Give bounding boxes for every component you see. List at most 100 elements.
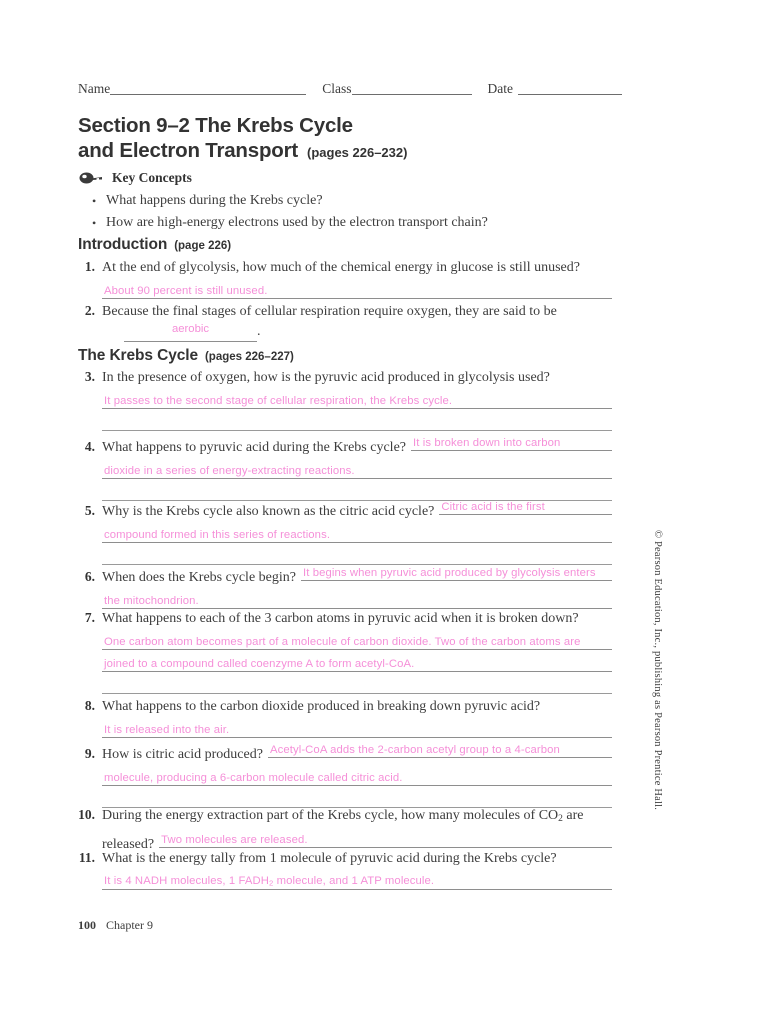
answer-line-blank[interactable] (102, 409, 612, 431)
bullet-dot-icon: • (92, 216, 97, 230)
answer-area[interactable]: About 90 percent is still unused. (102, 277, 612, 299)
answer-text: It begins when pyruvic acid produced by … (302, 567, 596, 579)
question-row: 4. What happens to pyruvic acid during t… (78, 432, 612, 457)
key-concept-text: What happens during the Krebs cycle? (106, 193, 323, 208)
question-number: 5. (84, 503, 95, 518)
key-concepts-list: • What happens during the Krebs cycle? •… (92, 190, 632, 234)
answer-line[interactable]: the mitochondrion. (102, 587, 612, 609)
question-text: What is the energy tally from 1 molecule… (102, 851, 557, 866)
class-label: Class (322, 80, 352, 96)
question-number: 9. (84, 746, 95, 761)
inline-answer-line[interactable]: Acetyl-CoA adds the 2-carbon acetyl grou… (267, 739, 612, 758)
answer-text: joined to a compound called coenzyme A t… (104, 658, 415, 670)
key-concepts-header: Key Concepts (79, 170, 192, 186)
answer-line[interactable]: It is 4 NADH molecules, 1 FADH2 molecule… (102, 868, 612, 890)
answer-line[interactable]: One carbon atom becomes part of a molecu… (102, 628, 612, 650)
inline-answer-line[interactable]: It begins when pyruvic acid produced by … (300, 562, 612, 581)
answer-line[interactable]: It is released into the air. (102, 716, 612, 738)
answer-area[interactable]: It is 4 NADH molecules, 1 FADH2 molecule… (102, 868, 612, 890)
question-8: 8. What happens to the carbon dioxide pr… (78, 697, 612, 738)
question-number: 2. (84, 303, 95, 318)
section-title: Section 9–2 The Krebs Cycle and Electron… (78, 113, 638, 165)
question-number: 8. (84, 698, 95, 713)
question-row: 5. Why is the Krebs cycle also known as … (78, 496, 612, 521)
question-text: At the end of glycolysis, how much of th… (102, 260, 580, 275)
answer-area[interactable]: It is released into the air. (102, 716, 612, 738)
answer-line-blank[interactable] (102, 786, 612, 808)
answer-area[interactable]: One carbon atom becomes part of a molecu… (102, 628, 612, 694)
question-text-tail: are (562, 808, 584, 823)
question-text: What happens to the carbon dioxide produ… (102, 699, 541, 714)
answer-area[interactable]: dioxide in a series of energy-extracting… (102, 457, 612, 501)
question-row: 11. What is the energy tally from 1 mole… (78, 849, 612, 868)
question-text: What happens to pyruvic acid during the … (102, 440, 407, 455)
question-1: 1. At the end of glycolysis, how much of… (78, 258, 612, 299)
question-9: 9. How is citric acid produced? Acetyl-C… (78, 739, 612, 808)
answer-line-blank[interactable] (102, 672, 612, 694)
question-10: 10. During the energy extraction part of… (78, 806, 612, 854)
answer-line[interactable]: About 90 percent is still unused. (102, 277, 612, 299)
inline-answer-line[interactable]: Two molecules are released. (159, 829, 612, 849)
question-number: 6. (84, 569, 95, 584)
name-label: Name (78, 80, 111, 96)
question-text: Why is the Krebs cycle also known as the… (102, 504, 435, 519)
question-text-part1: During the energy extraction part of the… (102, 806, 584, 829)
answer-area[interactable]: It passes to the second stage of cellula… (102, 387, 612, 431)
answer-line[interactable]: joined to a compound called coenzyme A t… (102, 650, 612, 672)
class-input-rule[interactable] (351, 81, 472, 95)
answer-text: It is broken down into carbon (413, 437, 561, 449)
krebs-cycle-heading: The Krebs Cycle (pages 226–227) (78, 347, 294, 365)
page-footer: 100 Chapter 9 (78, 918, 153, 933)
answer-text: compound formed in this series of reacti… (104, 529, 331, 541)
date-label: Date (487, 80, 513, 96)
krebs-cycle-pages: (pages 226–227) (204, 351, 294, 363)
question-7: 7. What happens to each of the 3 carbon … (78, 609, 612, 694)
inline-answer-line[interactable]: Citric acid is the first (439, 496, 612, 515)
answer-area[interactable]: the mitochondrion. (102, 587, 612, 609)
answer-line[interactable]: dioxide in a series of energy-extracting… (102, 457, 612, 479)
fill-in-blank[interactable]: aerobic (124, 323, 257, 342)
answer-text: the mitochondrion. (104, 595, 199, 607)
section-title-line1: Section 9–2 The Krebs Cycle (78, 114, 353, 137)
copyright-notice: © Pearson Education, Inc., publishing as… (652, 530, 663, 811)
name-input-rule[interactable] (110, 81, 307, 95)
question-3: 3. In the presence of oxygen, how is the… (78, 368, 612, 431)
question-number: 10. (78, 807, 95, 822)
introduction-pages: (page 226) (174, 240, 232, 252)
answer-text: Two molecules are released. (161, 834, 308, 847)
answer-text-tail: molecule, and 1 ATP molecule. (273, 875, 435, 888)
section-title-line2: and Electron Transport (78, 139, 298, 162)
introduction-heading: Introduction (page 226) (78, 236, 231, 254)
answer-text-main: It is 4 NADH molecules, 1 FADH (104, 875, 269, 888)
key-icon (79, 172, 102, 184)
list-item: • What happens during the Krebs cycle? (92, 190, 632, 212)
answer-text: It is released into the air. (104, 724, 230, 736)
question-row: 6. When does the Krebs cycle begin? It b… (78, 562, 612, 587)
answer-area[interactable]: molecule, producing a 6-carbon molecule … (102, 764, 612, 808)
trailing-period: . (257, 324, 261, 339)
question-number: 3. (84, 369, 95, 384)
question-6: 6. When does the Krebs cycle begin? It b… (78, 562, 612, 609)
chapter-label: Chapter 9 (106, 918, 153, 932)
answer-area[interactable]: compound formed in this series of reacti… (102, 521, 612, 565)
question-number: 7. (84, 610, 95, 625)
question-5: 5. Why is the Krebs cycle also known as … (78, 496, 612, 565)
date-input-rule[interactable] (517, 81, 622, 95)
answer-line[interactable]: It passes to the second stage of cellula… (102, 387, 612, 409)
answer-line[interactable]: molecule, producing a 6-carbon molecule … (102, 764, 612, 786)
inline-answer-line[interactable]: It is broken down into carbon (411, 432, 612, 451)
question-row: 10. During the energy extraction part of… (78, 806, 612, 829)
answer-text: molecule, producing a 6-carbon molecule … (104, 772, 403, 784)
answer-text: About 90 percent is still unused. (104, 285, 268, 297)
answer-text: It is 4 NADH molecules, 1 FADH2 molecule… (104, 875, 434, 888)
answer-line[interactable]: compound formed in this series of reacti… (102, 521, 612, 543)
question-number: 11. (78, 850, 95, 865)
question-text: In the presence of oxygen, how is the py… (102, 370, 550, 385)
section-title-line2-wrapper: and Electron Transport (pages 226–232) (78, 138, 638, 165)
student-info-line: Name Class Date (78, 77, 622, 96)
answer-text: It passes to the second stage of cellula… (104, 395, 453, 407)
key-concepts-label: Key Concepts (112, 170, 192, 185)
krebs-cycle-heading-text: The Krebs Cycle (78, 347, 198, 364)
question-number: 4. (84, 439, 95, 454)
question-row: 3. In the presence of oxygen, how is the… (78, 368, 612, 387)
